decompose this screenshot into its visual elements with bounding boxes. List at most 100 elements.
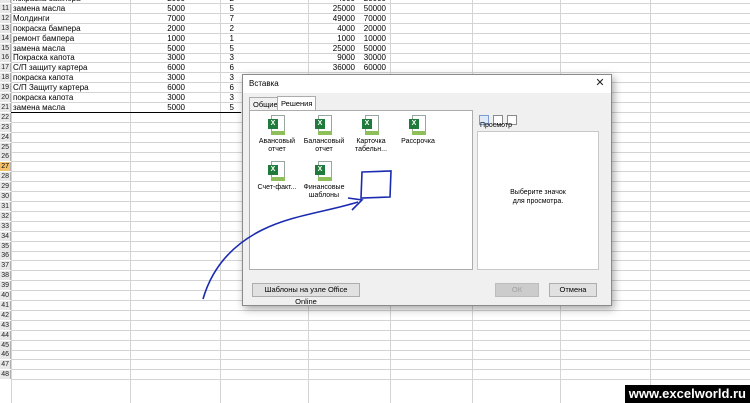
ok-button[interactable]: ОК — [495, 283, 539, 297]
cell[interactable]: 3 — [220, 53, 234, 62]
cell[interactable]: 3000 — [130, 53, 185, 62]
row-header[interactable]: 14 — [0, 33, 11, 43]
template-item-advance-report[interactable]: X Авансовый отчет — [256, 115, 298, 154]
template-item-balance-report[interactable]: X Балансовый отчет — [303, 115, 345, 154]
cell[interactable]: 20000 — [320, 0, 386, 3]
cell[interactable]: покраска бампера — [13, 0, 128, 3]
cell[interactable]: 7 — [220, 14, 234, 23]
row-header[interactable]: 19 — [0, 83, 11, 93]
template-item-financial-templates[interactable]: X Финансовые шаблоны — [303, 161, 345, 200]
gridline — [11, 369, 750, 371]
row-header[interactable]: 39 — [0, 281, 11, 291]
cell[interactable]: 3 — [220, 73, 234, 82]
row-header[interactable]: 25 — [0, 142, 11, 152]
cell[interactable]: 2000 — [130, 0, 185, 3]
row-header[interactable]: 32 — [0, 211, 11, 221]
cell[interactable]: 1000 — [130, 34, 185, 43]
cell[interactable]: Покраска капота — [13, 53, 128, 62]
row-header[interactable]: 29 — [0, 182, 11, 192]
row-header[interactable]: 23 — [0, 122, 11, 132]
cell[interactable]: 50000 — [320, 44, 386, 53]
tab-solutions[interactable]: Решения — [277, 96, 317, 111]
row-header[interactable]: 13 — [0, 23, 11, 33]
row-header[interactable]: 11 — [0, 3, 11, 13]
cell[interactable]: 2000 — [130, 24, 185, 33]
row-header[interactable]: 38 — [0, 271, 11, 281]
cell[interactable]: замена масла — [13, 44, 128, 53]
row-header[interactable]: 24 — [0, 132, 11, 142]
cell[interactable]: 3000 — [130, 73, 185, 82]
row-header[interactable]: 45 — [0, 340, 11, 350]
cancel-button[interactable]: Отмена — [549, 283, 597, 297]
cell[interactable]: 1 — [220, 34, 234, 43]
cell[interactable]: 5000 — [130, 44, 185, 53]
row-header[interactable]: 20 — [0, 93, 11, 102]
cell[interactable]: покраска бампера — [13, 24, 128, 33]
row-header[interactable]: 17 — [0, 63, 11, 73]
row-header[interactable]: 37 — [0, 261, 11, 271]
cell[interactable]: замена масла — [13, 103, 128, 112]
cell[interactable]: 3000 — [130, 93, 185, 102]
row-header[interactable]: 40 — [0, 291, 11, 300]
row-header[interactable]: 46 — [0, 350, 11, 360]
gridline — [11, 349, 750, 351]
row-header[interactable]: 42 — [0, 310, 11, 320]
row-header[interactable]: 44 — [0, 330, 11, 340]
row-header[interactable]: 31 — [0, 201, 11, 211]
row-header[interactable]: 10 — [0, 0, 11, 3]
template-label: Балансовый отчет — [303, 138, 345, 153]
cell[interactable]: С/П защиту картера — [13, 63, 128, 72]
cell[interactable]: 20000 — [320, 24, 386, 33]
cell[interactable]: покраска капота — [13, 93, 128, 102]
cell[interactable]: 5000 — [130, 103, 185, 112]
office-online-templates-button[interactable]: Шаблоны на узле Office Online — [252, 283, 360, 306]
cell[interactable]: замена масла — [13, 4, 128, 13]
row-header[interactable]: 27 — [0, 162, 11, 172]
row-header[interactable]: 41 — [0, 300, 11, 310]
cell[interactable]: 7000 — [130, 14, 185, 23]
row-header[interactable]: 28 — [0, 172, 11, 182]
cell[interactable]: 5000 — [130, 4, 185, 13]
cell[interactable]: 3 — [220, 93, 234, 102]
cell[interactable]: 2 — [220, 24, 234, 33]
row-header[interactable]: 18 — [0, 73, 11, 83]
row-header[interactable]: 47 — [0, 360, 11, 370]
cell[interactable]: 2 — [220, 0, 234, 3]
cell[interactable]: 10000 — [320, 34, 386, 43]
row-header[interactable]: 12 — [0, 13, 11, 23]
row-header[interactable]: 33 — [0, 221, 11, 231]
cell[interactable]: 30000 — [320, 53, 386, 62]
template-item-installment[interactable]: X Рассрочка — [397, 115, 439, 146]
row-header[interactable]: 15 — [0, 43, 11, 53]
cell[interactable]: покраска капота — [13, 73, 128, 82]
row-header[interactable]: 48 — [0, 370, 11, 380]
cell[interactable]: 60000 — [320, 63, 386, 72]
cell[interactable]: 6000 — [130, 63, 185, 72]
row-header[interactable]: 22 — [0, 112, 11, 122]
cell[interactable]: 5 — [220, 4, 234, 13]
row-header[interactable]: 26 — [0, 152, 11, 162]
row-header[interactable]: 35 — [0, 241, 11, 251]
cell[interactable]: 6000 — [130, 83, 185, 92]
cell[interactable]: Молдинги — [13, 14, 128, 23]
row-header[interactable]: 36 — [0, 251, 11, 261]
cell[interactable]: ремонт бампера — [13, 34, 128, 43]
row-header[interactable]: 30 — [0, 192, 11, 201]
row-header[interactable]: 21 — [0, 102, 11, 112]
row-header[interactable]: 43 — [0, 320, 11, 330]
cell[interactable]: 5 — [220, 44, 234, 53]
insert-dialog: Вставка ✕ Общие Решения X Авансовый отче… — [242, 74, 612, 306]
close-icon[interactable]: ✕ — [593, 77, 607, 90]
cell[interactable]: 6 — [220, 63, 234, 72]
cell[interactable]: 50000 — [320, 4, 386, 13]
template-item-invoice[interactable]: X Счет-факт... — [256, 161, 298, 192]
row-header[interactable]: 34 — [0, 231, 11, 241]
cell[interactable]: 6 — [220, 83, 234, 92]
dialog-titlebar[interactable]: Вставка ✕ — [243, 75, 611, 93]
template-item-timesheet-card[interactable]: X Карточка табельн... — [350, 115, 392, 154]
cell[interactable]: 5 — [220, 103, 234, 112]
gridline — [130, 0, 131, 403]
row-header[interactable]: 16 — [0, 53, 11, 63]
cell[interactable]: 70000 — [320, 14, 386, 23]
cell[interactable]: С/П Защиту картера — [13, 83, 128, 92]
